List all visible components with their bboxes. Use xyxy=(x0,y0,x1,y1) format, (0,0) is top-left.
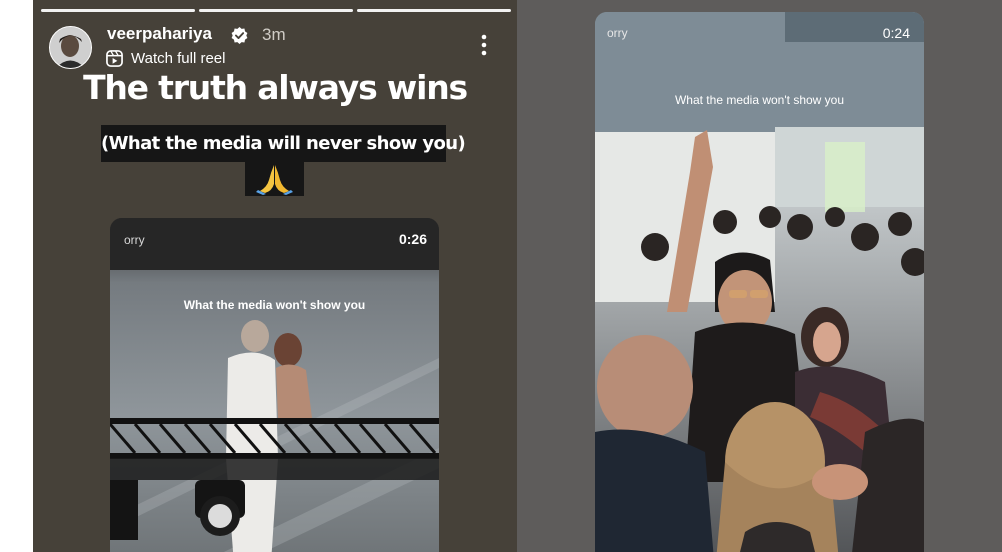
embed-timestamp: 0:26 xyxy=(398,231,427,247)
embed-video-frame xyxy=(110,218,439,552)
avatar[interactable] xyxy=(49,26,92,69)
progress-segment-3 xyxy=(357,9,511,12)
screenshot: veerpahariya 3m Watch full reel The trut… xyxy=(0,0,1002,552)
progress-segment-1 xyxy=(41,9,195,12)
reel-caption: What the media won't show you xyxy=(674,93,845,107)
story-subheadline: (What the media will never show you) xyxy=(101,125,466,162)
folded-hands-icon xyxy=(256,165,293,195)
username[interactable]: veerpahariya xyxy=(107,24,212,44)
verified-badge-icon xyxy=(231,27,248,44)
reel-video-card[interactable]: orry 0:24 What the media won't show you xyxy=(595,12,924,552)
post-time: 3m xyxy=(262,25,286,44)
story-headline: The truth always wins xyxy=(83,68,468,107)
progress-segment-2 xyxy=(199,9,353,12)
reel-panel: orry 0:24 What the media won't show you xyxy=(517,0,1002,552)
progress-fill-3 xyxy=(357,9,511,12)
emoji-sticker xyxy=(245,160,304,196)
embedded-reel-card[interactable]: orry 0:26 What the media won't show you xyxy=(110,218,439,552)
progress-fill-1 xyxy=(41,9,195,12)
reel-icon xyxy=(106,50,123,67)
reel-author: orry xyxy=(607,26,628,40)
story-progress xyxy=(41,9,511,12)
embed-author: orry xyxy=(124,233,145,247)
progress-fill-2 xyxy=(199,9,353,12)
avatar-image xyxy=(50,27,91,68)
embed-caption: What the media won't show you xyxy=(183,298,366,312)
more-vertical-icon[interactable] xyxy=(475,32,493,58)
reel-timestamp: 0:24 xyxy=(882,25,910,41)
watch-full-reel-link[interactable]: Watch full reel xyxy=(131,50,225,67)
story-panel: veerpahariya 3m Watch full reel The trut… xyxy=(33,0,517,552)
